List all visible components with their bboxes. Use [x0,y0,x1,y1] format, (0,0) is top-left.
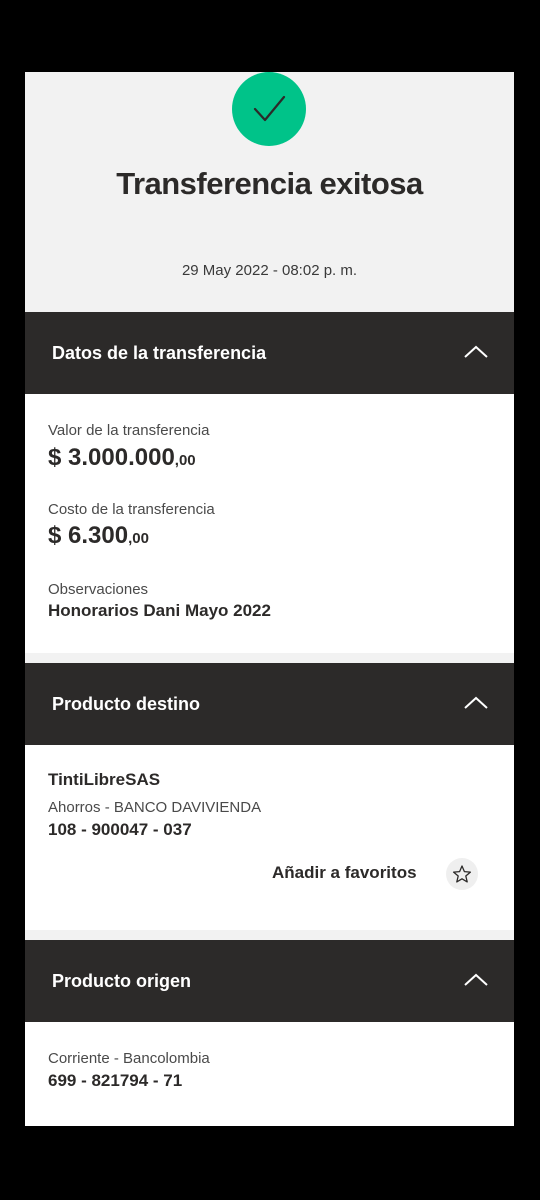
section-header-destino[interactable]: Producto destino [25,663,514,745]
recipient-name: TintiLibreSAS [48,770,161,789]
chevron-up-icon[interactable] [463,342,489,362]
success-header: Transferencia exitosa 29 May 2022 - 08:0… [25,72,514,312]
observations-value: Honorarios Dani Mayo 2022 [48,601,271,620]
transfer-value-amount: $ 3.000.000 [48,444,175,471]
add-to-favorites-link[interactable]: Añadir a favoritos [272,863,417,883]
recipient-account-number: 108 - 900047 - 037 [48,820,192,839]
transfer-cost-amount: $ 6.300 [48,522,129,549]
recipient-account-type: Ahorros - BANCO DAVIVIENDA [48,799,262,816]
section-divider [25,930,514,940]
transfer-cost: $ 6.300,00 [48,522,149,550]
transfer-value-cents: ,00 [174,452,196,469]
transfer-date: 29 May 2022 - 08:02 p. m. [181,262,358,279]
section-divider [25,653,514,663]
section-title: Producto origen [52,971,191,991]
section-title: Datos de la transferencia [52,343,267,363]
chevron-up-icon[interactable] [463,693,489,713]
section-header-origen[interactable]: Producto origen [25,940,514,1022]
section-title: Producto destino [52,694,200,714]
check-icon [253,95,286,122]
origin-account-type: Corriente - Bancolombia [48,1050,210,1067]
section-header-datos[interactable]: Datos de la transferencia [25,312,514,394]
transfer-cost-cents: ,00 [128,530,149,547]
chevron-up-icon[interactable] [463,970,489,990]
transfer-value: $ 3.000.000,00 [48,444,196,472]
transfer-value-label: Valor de la transferencia [48,422,210,439]
origin-account-number: 699 - 821794 - 71 [48,1071,183,1090]
transfer-cost-label: Costo de la transferencia [48,501,215,518]
observations-label: Observaciones [48,581,149,598]
page-title: Transferencia exitosa [116,166,423,201]
star-icon [452,865,472,883]
success-badge [232,72,306,146]
add-to-favorites-button[interactable] [446,858,478,890]
transfer-receipt-card: Transferencia exitosa 29 May 2022 - 08:0… [25,72,514,1126]
